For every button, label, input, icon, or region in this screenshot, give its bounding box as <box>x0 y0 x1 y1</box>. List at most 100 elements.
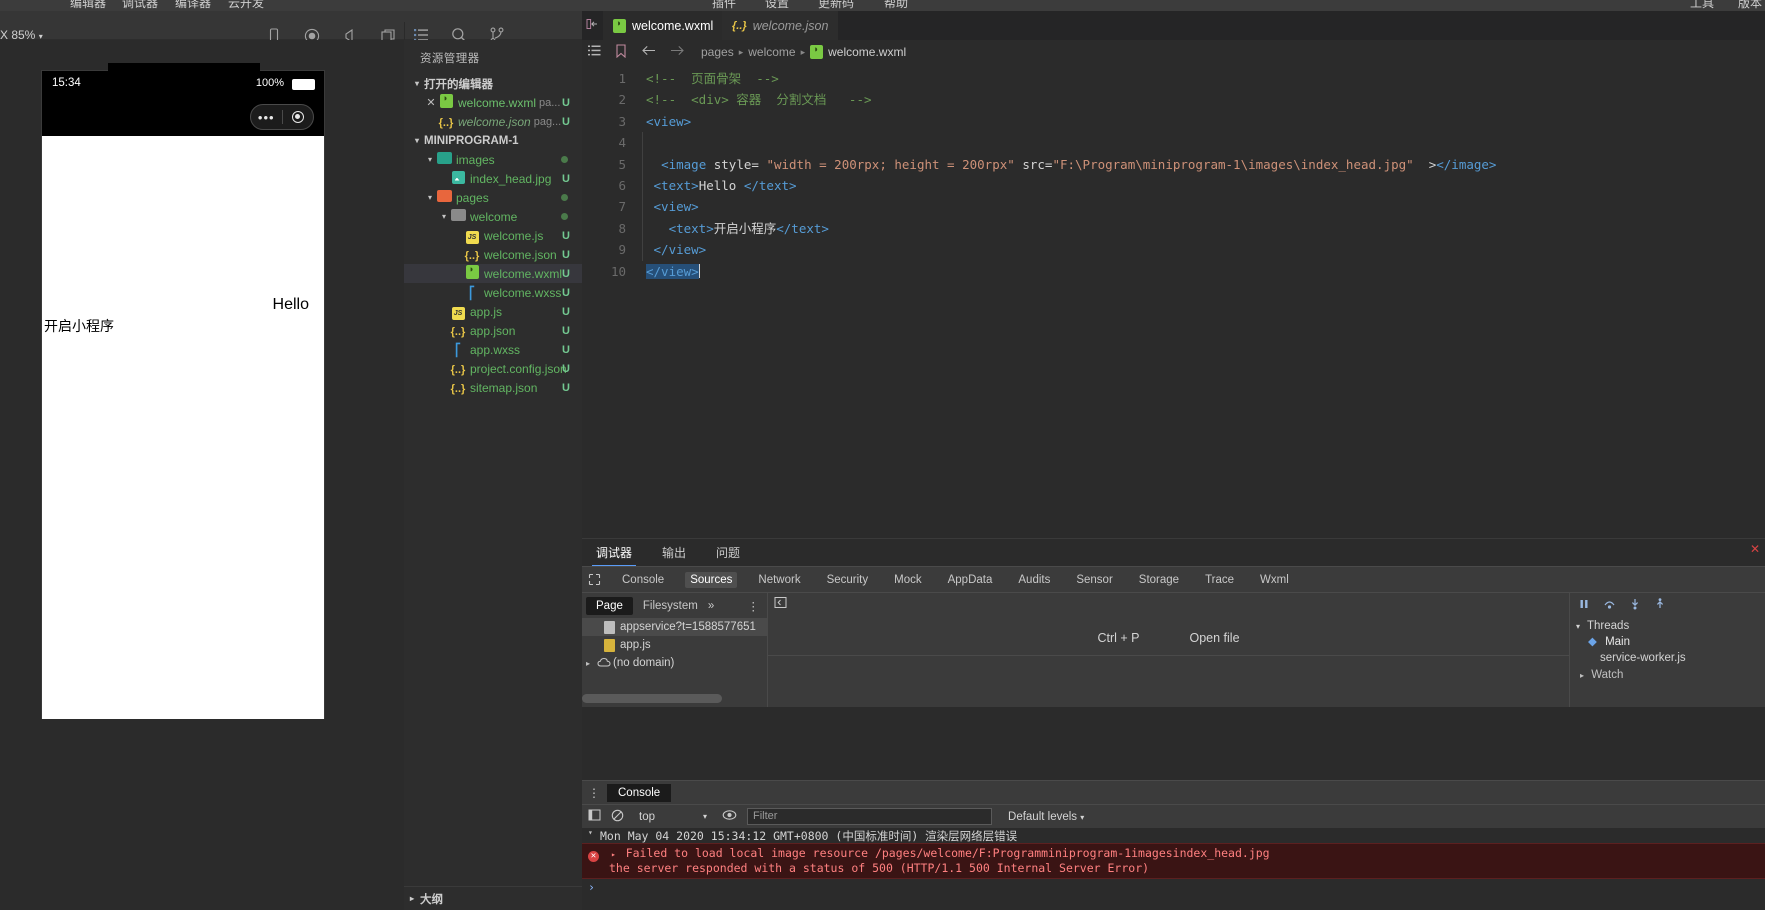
panel-tab-security[interactable]: Security <box>822 572 874 588</box>
menu-item-cloud[interactable]: 云开发 <box>228 0 264 11</box>
list-icon[interactable] <box>588 44 601 60</box>
tree-item-welcome-js[interactable]: JS welcome.js U <box>404 226 582 245</box>
console-levels-selector[interactable]: Default levels ▾ <box>1008 811 1084 823</box>
code-line[interactable]: 9 </view> <box>582 239 1765 261</box>
code-line[interactable]: 1 <!-- 页面骨架 --> <box>582 68 1765 89</box>
tree-item-sitemap-json[interactable]: {..} sitemap.json U <box>404 378 582 397</box>
breadcrumb-welcome[interactable]: welcome <box>748 45 795 59</box>
show-navigator-icon[interactable] <box>774 596 787 614</box>
subtab-page[interactable]: Page <box>586 596 633 615</box>
code-line[interactable]: 10 </view> <box>582 261 1765 282</box>
code-line[interactable]: 4 <box>582 132 1765 154</box>
menu-item-settings[interactable]: 设置 <box>765 0 789 11</box>
tree-item-welcome-wxss[interactable]: ⎡ welcome.wxss U <box>404 283 582 302</box>
panel-tab-sources[interactable]: Sources <box>685 571 738 588</box>
code-line[interactable]: 7 <view> <box>582 196 1765 218</box>
menu-item-plugin[interactable]: 插件 <box>712 0 736 11</box>
sidebar-toggle-icon[interactable] <box>588 809 601 824</box>
tree-item-welcome[interactable]: ▾ welcome <box>404 207 582 226</box>
panel-tab-wxml[interactable]: Wxml <box>1255 572 1294 588</box>
menu-item-update[interactable]: 更新码 <box>818 0 854 11</box>
subtab-filesystem[interactable]: Filesystem <box>643 600 698 612</box>
pause-icon[interactable] <box>1578 598 1590 613</box>
kebab-menu-icon[interactable]: ⋮ <box>748 599 760 613</box>
bookmark-icon[interactable] <box>615 43 627 61</box>
menu-item-tools[interactable]: 工具 <box>1690 0 1714 11</box>
close-circle-icon[interactable] <box>283 111 314 123</box>
panel-tab-mock[interactable]: Mock <box>889 572 926 588</box>
kebab-menu-icon[interactable]: ⋮ <box>588 786 600 800</box>
panel-tab-audits[interactable]: Audits <box>1013 572 1055 588</box>
panel-tab-trace[interactable]: Trace <box>1200 572 1239 588</box>
menu-item-editor[interactable]: 编辑器 <box>70 0 106 11</box>
console-context-selector[interactable]: top ▾ <box>634 811 712 823</box>
breadcrumb-pages[interactable]: pages <box>701 45 734 59</box>
thread-main[interactable]: ◆ Main <box>1570 632 1765 650</box>
step-over-icon[interactable] <box>1603 598 1616 613</box>
thread-service-worker[interactable]: service-worker.js <box>1570 650 1765 666</box>
threads-section-header[interactable]: ▾ Threads <box>1570 617 1765 632</box>
tree-item-images[interactable]: ▾ images <box>404 150 582 169</box>
close-icon[interactable]: ✕ <box>1750 542 1760 556</box>
code-content[interactable]: 1 <!-- 页面骨架 --> 2 <!-- <div> 容器 分割文档 --> 3 <v… <box>582 64 1765 282</box>
menu-item-debugger[interactable]: 调试器 <box>122 0 158 11</box>
menu-item-help[interactable]: 帮助 <box>884 0 908 11</box>
eye-icon[interactable] <box>722 809 737 824</box>
devtools-tab-问题[interactable]: 问题 <box>712 540 744 565</box>
console-error-entry[interactable]: ✕ ▸ Failed to load local image resource … <box>582 843 1765 879</box>
tree-item-welcome-wxml[interactable]: welcome.wxmlU <box>404 264 582 283</box>
clear-console-icon[interactable] <box>611 809 624 825</box>
breadcrumb-file[interactable]: welcome.wxml <box>810 44 906 59</box>
subtab-more[interactable]: » <box>708 600 714 612</box>
outline-section[interactable]: ▸ 大纲 <box>404 886 582 910</box>
arrow-left-icon[interactable] <box>641 44 656 60</box>
sources-tree-item[interactable]: app.js <box>582 636 767 654</box>
tree-item-app-wxss[interactable]: ⎡ app.wxss U <box>404 340 582 359</box>
more-dots-icon[interactable]: ••• <box>251 110 282 125</box>
sources-tree-item[interactable]: ▸ (no domain) <box>582 654 767 672</box>
code-line[interactable]: 3 <view> <box>582 111 1765 132</box>
panel-tab-storage[interactable]: Storage <box>1134 572 1184 588</box>
chevron-down-icon[interactable]: ▾ <box>438 212 450 221</box>
watch-section-header[interactable]: ▸ Watch <box>1570 666 1765 681</box>
step-out-icon[interactable] <box>1654 597 1666 613</box>
chevron-right-icon[interactable]: ▸ <box>611 850 616 859</box>
inspect-icon[interactable] <box>588 573 601 586</box>
open-editor-welcome-wxml[interactable]: ✕ welcome.wxml pa... U <box>404 93 582 112</box>
capsule-button[interactable]: ••• <box>250 104 314 130</box>
tree-item-index_head-jpg[interactable]: index_head.jpg U <box>404 169 582 188</box>
horizontal-scrollbar[interactable] <box>582 694 722 703</box>
tree-item-welcome-json[interactable]: {..} welcome.json U <box>404 245 582 264</box>
sources-tree-item[interactable]: appservice?t=1588577651 <box>582 618 767 636</box>
chevron-down-icon[interactable]: ▾ <box>588 828 600 837</box>
chevron-down-icon[interactable]: ▾ <box>424 193 436 202</box>
open-editor-welcome-json[interactable]: {..} welcome.json pag... U <box>404 112 582 131</box>
devtools-tab-调试器[interactable]: 调试器 <box>592 540 637 566</box>
panel-tab-sensor[interactable]: Sensor <box>1071 572 1117 588</box>
tab-welcome-json[interactable]: {..} welcome.json <box>722 11 839 40</box>
step-into-icon[interactable] <box>1629 598 1641 613</box>
tree-item-pages[interactable]: ▾ pages <box>404 188 582 207</box>
arrow-right-icon[interactable] <box>670 44 685 60</box>
split-editor-icon[interactable] <box>585 17 599 34</box>
panel-tab-network[interactable]: Network <box>753 572 805 588</box>
console-prompt[interactable]: › <box>582 879 1765 895</box>
console-filter-input[interactable]: Filter <box>747 808 993 825</box>
panel-tab-console[interactable]: Console <box>617 572 669 588</box>
menu-item-compiler[interactable]: 编译器 <box>175 0 211 11</box>
menu-item-version[interactable]: 版本 <box>1738 0 1762 11</box>
chevron-down-icon[interactable]: ▾ <box>424 155 436 164</box>
panel-tab-appdata[interactable]: AppData <box>943 572 998 588</box>
code-line[interactable]: 5 <image style= "width = 200rpx; height … <box>582 153 1765 175</box>
tab-console[interactable]: Console <box>607 783 672 802</box>
tree-item-app-js[interactable]: JS app.js U <box>404 302 582 321</box>
code-line[interactable]: 8 <text>开启小程序</text> <box>582 217 1765 240</box>
tree-item-project-config-json[interactable]: {..} project.config.json U <box>404 359 582 378</box>
devtools-tab-输出[interactable]: 输出 <box>658 540 690 565</box>
console-group-line[interactable]: ▾ Mon May 04 2020 15:34:12 GMT+0800 (中国标… <box>582 828 1765 843</box>
code-line[interactable]: 6 <text>Hello </text> <box>582 174 1765 197</box>
open-editors-header[interactable]: ▾ 打开的编辑器 <box>404 74 582 93</box>
chevron-right-icon[interactable]: ▸ <box>586 659 597 668</box>
tree-item-app-json[interactable]: {..} app.json U <box>404 321 582 340</box>
project-header[interactable]: ▾ MINIPROGRAM-1 <box>404 131 582 150</box>
